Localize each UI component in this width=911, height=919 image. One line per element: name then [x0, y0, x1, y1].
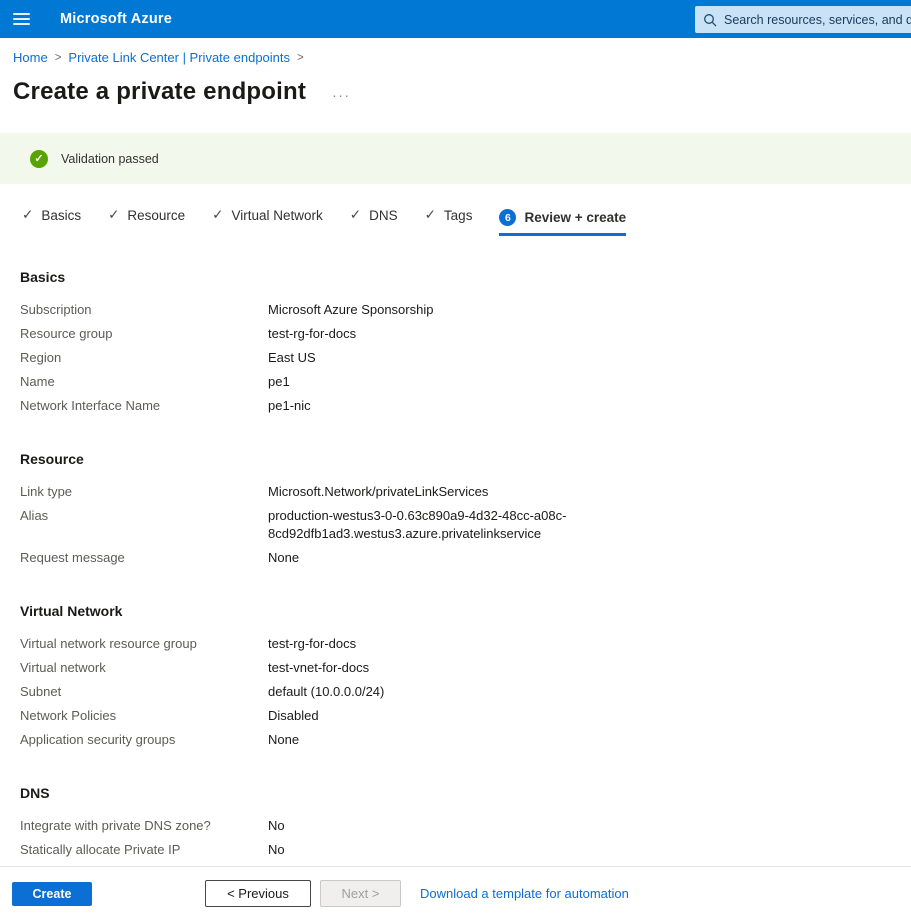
- check-icon: ✓: [108, 207, 119, 223]
- validation-message: Validation passed: [61, 152, 159, 166]
- check-icon: ✓: [22, 207, 33, 223]
- review-row: Integrate with private DNS zone? No: [20, 814, 911, 838]
- more-options-button[interactable]: ···: [332, 87, 351, 103]
- tab-tags[interactable]: ✓ Tags: [425, 207, 473, 236]
- section-title: Basics: [20, 269, 911, 285]
- row-label: Link type: [20, 483, 268, 501]
- row-label: Statically allocate Private IP: [20, 841, 268, 859]
- row-value: test-rg-for-docs: [268, 635, 356, 653]
- review-row: Region East US: [20, 346, 911, 370]
- row-value: None: [268, 731, 299, 749]
- chevron-right-icon: >: [297, 52, 304, 64]
- row-label: Request message: [20, 549, 268, 567]
- search-input[interactable]: [724, 13, 911, 27]
- search-icon: [703, 13, 717, 27]
- review-row: Network Policies Disabled: [20, 704, 911, 728]
- wizard-footer: Create < Previous Next > Download a temp…: [0, 866, 911, 919]
- review-row: Subscription Microsoft Azure Sponsorship: [20, 298, 911, 322]
- row-label: Resource group: [20, 325, 268, 343]
- previous-button[interactable]: < Previous: [205, 880, 311, 907]
- review-row: Name pe1: [20, 370, 911, 394]
- page-title: Create a private endpoint: [13, 78, 306, 106]
- row-label: Network Policies: [20, 707, 268, 725]
- review-row: Link type Microsoft.Network/privateLinkS…: [20, 480, 911, 504]
- row-value: pe1-nic: [268, 397, 311, 415]
- row-label: Virtual network: [20, 659, 268, 677]
- wizard-tabs: ✓ Basics ✓ Resource ✓ Virtual Network ✓ …: [0, 207, 911, 236]
- row-label: Subscription: [20, 301, 268, 319]
- review-row: Application security groups None: [20, 728, 911, 752]
- tab-label: Virtual Network: [231, 208, 322, 223]
- breadcrumb-private-link-center-link[interactable]: Private Link Center | Private endpoints: [68, 50, 290, 65]
- row-value: default (10.0.0.0/24): [268, 683, 384, 701]
- row-label: Subnet: [20, 683, 268, 701]
- row-value: No: [268, 841, 285, 859]
- tab-basics[interactable]: ✓ Basics: [22, 207, 81, 236]
- row-value: East US: [268, 349, 316, 367]
- hamburger-menu-button[interactable]: [2, 0, 40, 38]
- row-label: Region: [20, 349, 268, 367]
- tab-label: Basics: [41, 208, 81, 223]
- review-row: Subnet default (10.0.0.0/24): [20, 680, 911, 704]
- breadcrumb-home-link[interactable]: Home: [13, 50, 48, 65]
- row-value: test-vnet-for-docs: [268, 659, 369, 677]
- review-row: Resource group test-rg-for-docs: [20, 322, 911, 346]
- ellipsis-icon: ···: [332, 87, 351, 103]
- review-row: Alias production-westus3-0-0.63c890a9-4d…: [20, 504, 911, 546]
- review-row: Request message None: [20, 546, 911, 570]
- chevron-right-icon: >: [55, 52, 62, 64]
- row-label: Application security groups: [20, 731, 268, 749]
- review-content: Basics Subscription Microsoft Azure Spon…: [0, 269, 911, 862]
- row-value: test-rg-for-docs: [268, 325, 356, 343]
- next-button: Next >: [320, 880, 401, 907]
- create-button[interactable]: Create: [12, 882, 92, 906]
- row-value: Disabled: [268, 707, 319, 725]
- title-row: Create a private endpoint ···: [13, 78, 911, 106]
- breadcrumb: Home > Private Link Center | Private end…: [0, 38, 911, 65]
- tab-label: DNS: [369, 208, 398, 223]
- section-resource: Resource Link type Microsoft.Network/pri…: [20, 451, 911, 570]
- row-label: Alias: [20, 507, 268, 543]
- validation-banner: ✓ Validation passed: [0, 133, 911, 184]
- check-icon: ✓: [212, 207, 223, 223]
- row-value: None: [268, 549, 299, 567]
- tab-label: Resource: [127, 208, 185, 223]
- tab-dns[interactable]: ✓ DNS: [350, 207, 398, 236]
- step-6-badge: 6: [499, 209, 516, 226]
- row-label: Integrate with private DNS zone?: [20, 817, 268, 835]
- app-title: Microsoft Azure: [60, 11, 172, 27]
- check-icon: ✓: [350, 207, 361, 223]
- review-row: Statically allocate Private IP No: [20, 838, 911, 862]
- row-label: Name: [20, 373, 268, 391]
- row-value: production-westus3-0-0.63c890a9-4d32-48c…: [268, 507, 576, 543]
- review-row: Network Interface Name pe1-nic: [20, 394, 911, 418]
- section-virtual-network: Virtual Network Virtual network resource…: [20, 603, 911, 752]
- topbar: Microsoft Azure: [0, 0, 911, 38]
- row-label: Virtual network resource group: [20, 635, 268, 653]
- section-title: Resource: [20, 451, 911, 467]
- row-label: Network Interface Name: [20, 397, 268, 415]
- section-title: DNS: [20, 785, 911, 801]
- section-basics: Basics Subscription Microsoft Azure Spon…: [20, 269, 911, 418]
- row-value: Microsoft Azure Sponsorship: [268, 301, 433, 319]
- tab-resource[interactable]: ✓ Resource: [108, 207, 185, 236]
- review-row: Virtual network test-vnet-for-docs: [20, 656, 911, 680]
- tab-label: Review + create: [524, 210, 626, 225]
- row-value: pe1: [268, 373, 290, 391]
- row-value: Microsoft.Network/privateLinkServices: [268, 483, 488, 501]
- section-dns: DNS Integrate with private DNS zone? No …: [20, 785, 911, 862]
- success-check-icon: ✓: [30, 150, 48, 168]
- row-value: No: [268, 817, 285, 835]
- hamburger-icon: [13, 13, 30, 15]
- tab-review-create[interactable]: 6 Review + create: [499, 209, 626, 236]
- global-search[interactable]: [695, 6, 911, 33]
- check-icon: ✓: [425, 207, 436, 223]
- download-template-link[interactable]: Download a template for automation: [420, 886, 629, 901]
- tab-label: Tags: [444, 208, 473, 223]
- review-row: Virtual network resource group test-rg-f…: [20, 632, 911, 656]
- section-title: Virtual Network: [20, 603, 911, 619]
- tab-virtual-network[interactable]: ✓ Virtual Network: [212, 207, 323, 236]
